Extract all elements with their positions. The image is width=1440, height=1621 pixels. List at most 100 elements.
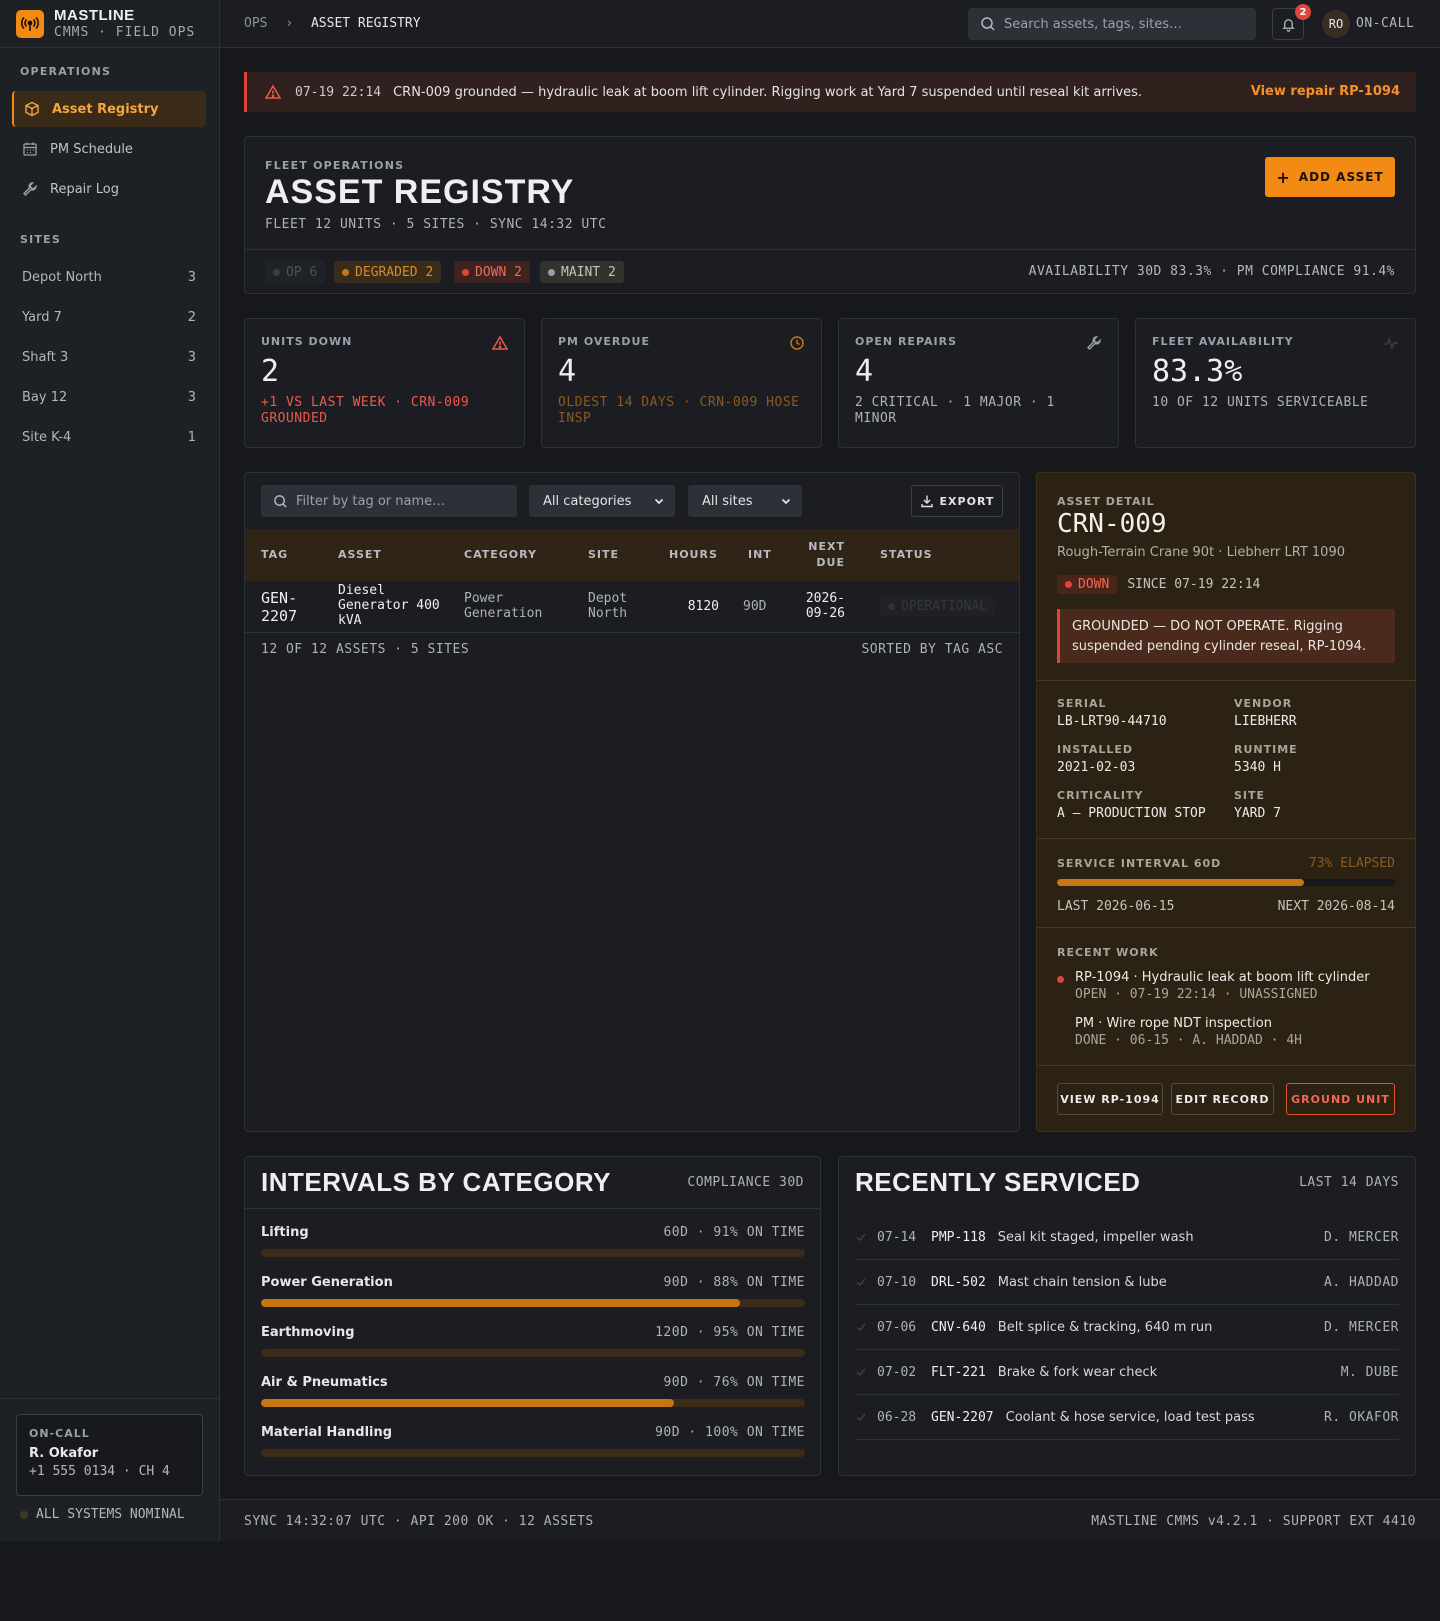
list-item[interactable]: 07-14 PMP-118 Seal kit staged, impeller wa…	[855, 1215, 1399, 1260]
serviced-date: 07-02	[877, 1364, 917, 1380]
interval-last: LAST 2026-06-15	[1057, 899, 1175, 914]
avatar[interactable]: RO	[1322, 10, 1350, 38]
kpi-units-down[interactable]: UNITS DOWN 2 +1 VS LAST WEEK · CRN-009 G…	[244, 318, 525, 448]
site-count: 3	[187, 350, 196, 365]
table-sort[interactable]: SORTED BY TAG ASC	[861, 642, 1003, 657]
oncall-label: ON-CALL	[29, 1427, 90, 1440]
column-header-site[interactable]: SITE	[588, 547, 619, 563]
site-select-value: All sites	[702, 493, 753, 509]
column-header-next-due[interactable]: NEXT DUE	[805, 539, 845, 571]
category-select[interactable]: All categories	[529, 485, 675, 517]
site-name: Depot North	[22, 270, 102, 285]
status-dot-icon	[548, 268, 555, 276]
interval-bar	[261, 1249, 805, 1257]
sidebar-site-k-4[interactable]: Site K-4 1	[22, 430, 196, 445]
status-badge-label: DOWN	[1078, 577, 1110, 592]
sidebar-site-shaft-3[interactable]: Shaft 3 3	[22, 350, 196, 365]
interval-row[interactable]: Earthmoving 120D · 95% ON TIME	[261, 1325, 805, 1357]
field-value: LB-LRT90-44710	[1057, 714, 1167, 729]
kpi-label: OPEN REPAIRS	[855, 335, 957, 348]
serviced-tag: PMP-118	[931, 1229, 986, 1245]
export-button[interactable]: EXPORT	[911, 485, 1003, 517]
list-item[interactable]: 07-06 CNV-640 Belt splice & tracking, 640 …	[855, 1305, 1399, 1350]
edit-record-button[interactable]: EDIT RECORD	[1171, 1083, 1274, 1115]
interval-meta: 60D · 91% ON TIME	[663, 1225, 805, 1240]
status-pill-maint[interactable]: MAINT 2	[540, 261, 624, 283]
column-header-hours[interactable]: HOURS	[669, 547, 718, 563]
oncall-card[interactable]: ON-CALL R. Okafor +1 555 0134 · CH 4	[16, 1414, 203, 1496]
intervals-meta: COMPLIANCE 30D	[687, 1175, 804, 1190]
kpi-label: UNITS DOWN	[261, 335, 353, 348]
cell-int: 90D	[743, 599, 767, 614]
list-item[interactable]: 07-10 DRL-502 Mast chain tension & lube A. …	[855, 1260, 1399, 1305]
field-value: 2021-02-03	[1057, 760, 1136, 775]
footer-version: MASTLINE CMMS v4.2.1 · SUPPORT EXT 4410	[1091, 1514, 1416, 1529]
sidebar-item-asset-registry[interactable]: Asset Registry	[12, 91, 206, 127]
status-pill-operational[interactable]: OP 6	[265, 261, 326, 283]
kpi-open-repairs[interactable]: OPEN REPAIRS 4 2 CRITICAL · 1 MAJOR · 1 …	[838, 318, 1119, 448]
kpi-subtext: 2 CRITICAL · 1 MAJOR · 1 MINOR	[855, 395, 1055, 426]
interval-row[interactable]: Lifting 60D · 91% ON TIME	[261, 1225, 805, 1257]
export-label: EXPORT	[939, 494, 995, 508]
pulse-icon	[1384, 336, 1398, 351]
alert-banner: 07-19 22:14 CRN-009 grounded — hydraulic…	[244, 72, 1416, 112]
sidebar-site-depot-north[interactable]: Depot North 3	[22, 270, 196, 285]
status-pill-down[interactable]: DOWN 2	[454, 261, 530, 283]
serviced-tag: FLT-221	[931, 1364, 986, 1380]
column-header-asset[interactable]: ASSET	[338, 547, 382, 563]
interval-row[interactable]: Air & Pneumatics 90D · 76% ON TIME	[261, 1375, 805, 1407]
column-header-category[interactable]: CATEGORY	[464, 547, 537, 563]
serviced-technician: A. HADDAD	[1324, 1274, 1399, 1290]
recent-work-item[interactable]: RP-1094 · Hydraulic leak at boom lift cy…	[1057, 970, 1370, 1002]
cube-icon	[25, 101, 39, 117]
site-count: 3	[187, 270, 196, 285]
table-row[interactable]: GEN-2207 Diesel Generator 400 kVA Power …	[245, 581, 1019, 633]
field-site: SITE YARD 7	[1234, 789, 1281, 821]
sidebar-site-bay-12[interactable]: Bay 12 3	[22, 390, 196, 405]
topbar: OPS › ASSET REGISTRY Search assets, tags…	[220, 0, 1440, 48]
breadcrumb-root[interactable]: OPS	[244, 16, 267, 31]
sidebar-site-yard-7[interactable]: Yard 7 2	[22, 310, 196, 325]
list-item[interactable]: 06-28 GEN-2207 Coolant & hose service, loa…	[855, 1395, 1399, 1440]
sidebar-item-pm-schedule[interactable]: PM Schedule	[12, 131, 206, 167]
brand[interactable]: MASTLINE CMMS · FIELD OPS	[0, 0, 219, 48]
serviced-tag: CNV-640	[931, 1319, 986, 1335]
kpi-label: FLEET AVAILABILITY	[1152, 335, 1294, 348]
pill-label: DOWN 2	[475, 264, 522, 280]
site-count: 2	[187, 310, 196, 325]
site-select[interactable]: All sites	[688, 485, 802, 517]
notifications-button[interactable]: 2	[1272, 4, 1311, 40]
interval-bar	[261, 1299, 805, 1307]
pill-label: DEGRADED 2	[355, 264, 434, 280]
column-header-int[interactable]: INT	[748, 547, 772, 563]
kpi-fleet-availability[interactable]: FLEET AVAILABILITY 83.3% 10 OF 12 UNITS …	[1135, 318, 1416, 448]
add-asset-button[interactable]: + ADD ASSET	[1265, 157, 1395, 197]
sidebar-item-repair-log[interactable]: Repair Log	[12, 171, 206, 207]
field-installed: INSTALLED 2021-02-03	[1057, 743, 1135, 775]
column-header-tag[interactable]: TAG	[261, 547, 288, 563]
search-input[interactable]: Search assets, tags, sites…	[968, 8, 1256, 40]
interval-row[interactable]: Material Handling 90D · 100% ON TIME	[261, 1425, 805, 1457]
list-item[interactable]: 07-02 FLT-221 Brake & fork wear check M. DU…	[855, 1350, 1399, 1395]
table-footer: 12 OF 12 ASSETS · 5 SITES SORTED BY TAG …	[261, 642, 1003, 657]
field-vendor: VENDOR LIEBHERR	[1234, 697, 1297, 729]
column-header-status[interactable]: STATUS	[880, 547, 933, 563]
view-repair-link[interactable]: View repair RP-1094	[1251, 84, 1400, 99]
warning-icon	[265, 84, 281, 99]
cell-asset: Diesel Generator 400 kVA	[338, 583, 440, 628]
interval-bar-fill	[261, 1399, 675, 1407]
oncall-phone: +1 555 0134 · CH 4	[29, 1464, 170, 1479]
ground-unit-button[interactable]: GROUND UNIT	[1286, 1083, 1395, 1115]
warning-icon	[492, 335, 508, 350]
interval-row[interactable]: Power Generation 90D · 88% ON TIME	[261, 1275, 805, 1307]
kpi-pm-overdue[interactable]: PM OVERDUE 4 OLDEST 14 DAYS · CRN-009 HO…	[541, 318, 822, 448]
detail-fields: SERIAL LB-LRT90-44710 VENDOR LIEBHERR IN…	[1037, 680, 1415, 838]
cell-site: Depot North	[588, 591, 628, 621]
view-repair-button[interactable]: VIEW RP-1094	[1057, 1083, 1163, 1115]
status-pill-degraded[interactable]: DEGRADED 2	[334, 261, 442, 283]
site-name: Yard 7	[22, 310, 62, 325]
clock-icon	[790, 336, 804, 350]
kpi-subtext: 10 OF 12 UNITS SERVICEABLE	[1152, 395, 1369, 410]
filter-input[interactable]: Filter by tag or name…	[261, 485, 517, 517]
recent-work-item[interactable]: PM · Wire rope NDT inspection DONE · 06-…	[1057, 1016, 1302, 1048]
